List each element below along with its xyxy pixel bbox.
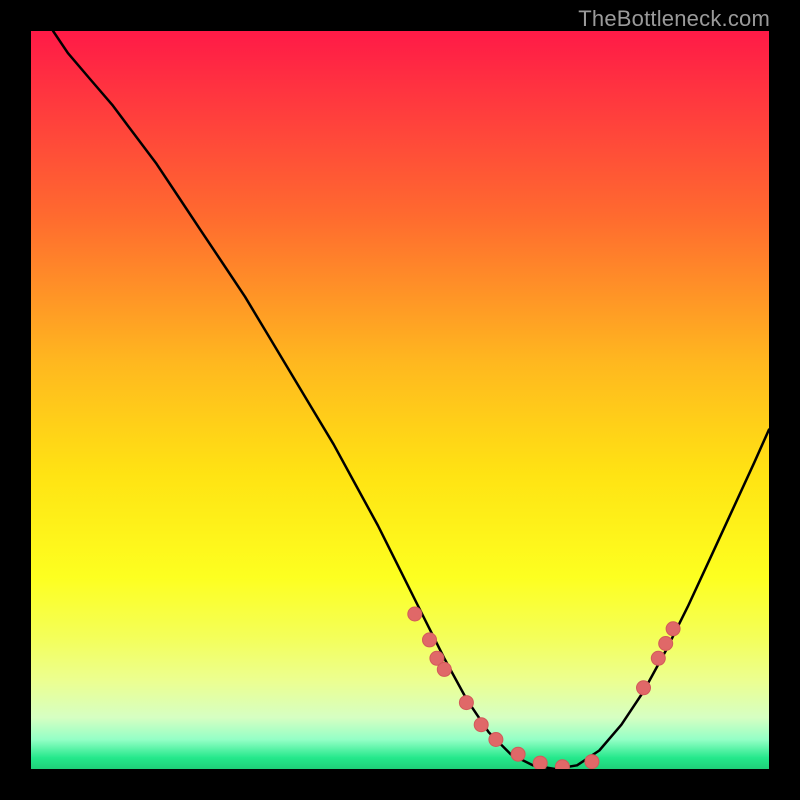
data-point [659,637,673,651]
data-point [459,696,473,710]
data-point [666,622,680,636]
data-point [651,651,665,665]
data-point [437,662,451,676]
data-point [637,681,651,695]
points-layer [408,607,680,769]
plot-area [31,31,769,769]
data-point [511,747,525,761]
chart-svg [31,31,769,769]
data-point [474,718,488,732]
data-point [489,733,503,747]
data-point [423,633,437,647]
data-point [585,755,599,769]
data-point [533,756,547,769]
data-point [555,760,569,769]
data-point [408,607,422,621]
chart-stage: TheBottleneck.com [0,0,800,800]
watermark-text: TheBottleneck.com [578,6,770,32]
